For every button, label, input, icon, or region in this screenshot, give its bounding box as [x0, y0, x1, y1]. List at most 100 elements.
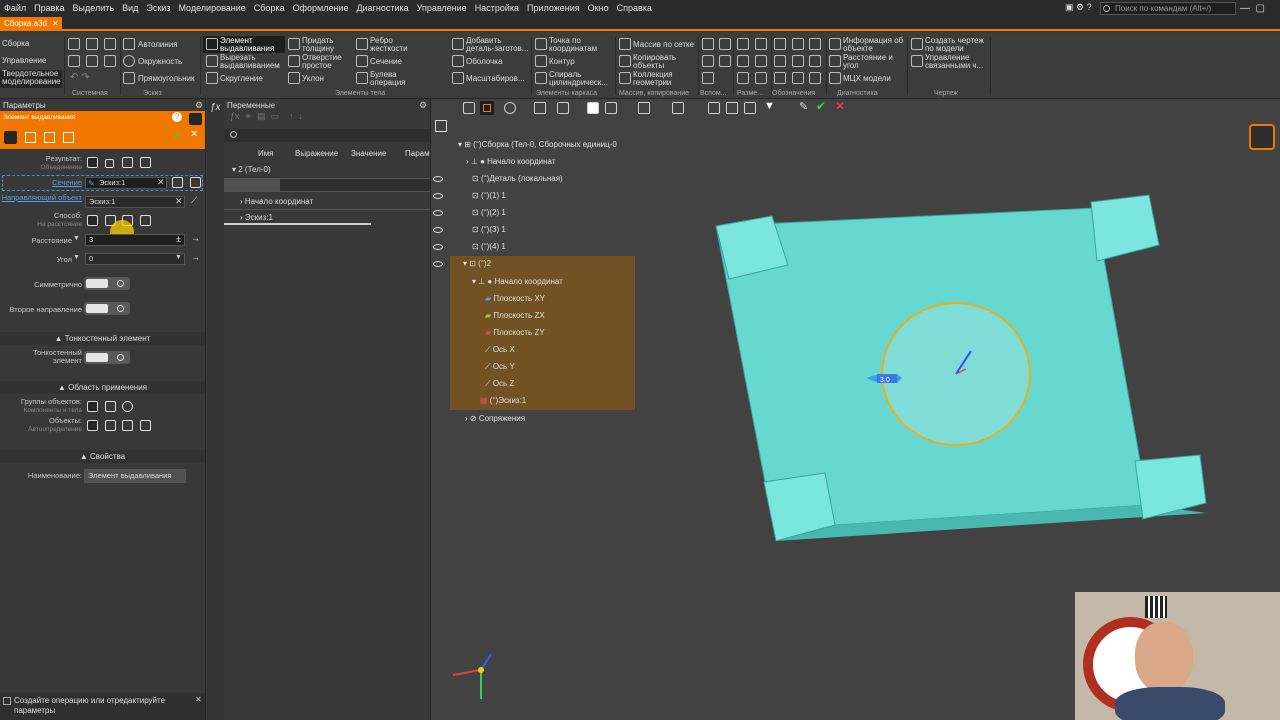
mass-button[interactable]: МЦХ модели — [843, 75, 891, 83]
distance-button[interactable]: Расстояние и угол — [843, 54, 905, 70]
groups-icon-2[interactable] — [105, 401, 116, 412]
vp-tool-1[interactable] — [463, 102, 475, 114]
properties-section[interactable]: ▲ Свойства — [0, 450, 205, 463]
autoline-button[interactable]: Автолиния — [138, 41, 178, 49]
eye-icon[interactable] — [433, 210, 443, 216]
tree-axis-x[interactable]: ⟋ Ось X — [485, 345, 515, 355]
direction-field[interactable]: Эскиз:1 — [85, 196, 185, 208]
info-button[interactable]: Информация об объекте — [843, 37, 905, 53]
mark-icon-3[interactable] — [774, 72, 786, 84]
op-tab-icon-4[interactable] — [63, 132, 74, 143]
open-icon[interactable] — [86, 38, 98, 50]
print-icon[interactable] — [68, 55, 80, 67]
tree-part2-origin[interactable]: ▾ ⊥ ● Начало координат — [472, 277, 563, 286]
vp-zoom-icon[interactable] — [504, 102, 516, 114]
menu-item-5[interactable]: Моделирование — [174, 0, 249, 17]
objects-icon-3[interactable] — [122, 420, 133, 431]
cut-extrude-button[interactable]: Вырезать выдавливанием — [220, 54, 284, 70]
mark-icon-4[interactable] — [792, 38, 804, 50]
tree-axis-z[interactable]: ⟋ Ось Z — [485, 379, 514, 389]
thin-wall-section[interactable]: ▲ Тонкостенный элемент — [0, 332, 205, 345]
col-param[interactable]: Парам — [405, 149, 430, 158]
new-icon[interactable] — [68, 38, 80, 50]
help-icon[interactable]: ? — [172, 112, 182, 122]
menu-item-12[interactable]: Окно — [584, 0, 613, 17]
menu-item-8[interactable]: Диагностика — [352, 0, 412, 17]
close-status-icon[interactable]: ✕ — [195, 695, 202, 704]
col-name[interactable]: Имя — [258, 149, 274, 158]
tree-part-2[interactable]: ▾ ⊡ (־)2 — [463, 259, 491, 268]
dim-icon-2[interactable] — [737, 55, 749, 67]
contour-button[interactable]: Контур — [549, 58, 575, 66]
foot-4[interactable] — [1134, 454, 1207, 520]
foot-2[interactable] — [1090, 194, 1160, 262]
distance-dropdown-icon[interactable]: ▼ — [73, 235, 80, 242]
tree-root[interactable]: ▾ ⊞ (־)Сборка (Тел-0, Сборочных единиц-0 — [458, 140, 617, 149]
menu-item-4[interactable]: Эскиз — [142, 0, 174, 17]
symmetric-toggle[interactable] — [84, 277, 130, 290]
menu-item-0[interactable]: Файл — [0, 0, 30, 17]
spiral-button[interactable]: Спираль цилиндрическ... — [549, 71, 613, 87]
aux-icon-1[interactable] — [702, 38, 714, 50]
dim-icon-4[interactable] — [755, 38, 767, 50]
objects-icon-2[interactable] — [105, 420, 116, 431]
name-input[interactable]: Элемент выдавливания — [84, 469, 186, 483]
linked-drawing-button[interactable]: Управление связанными ч... — [925, 54, 989, 70]
tree-panel-toggle[interactable] — [435, 120, 447, 132]
op-tab-icon-3[interactable] — [44, 132, 55, 143]
col-value[interactable]: Значение — [351, 149, 386, 158]
tree-sketch-1[interactable]: ▦ (־)Эскиз:1 — [480, 396, 526, 405]
section-action-icon-1[interactable] — [172, 177, 183, 188]
scale-button[interactable]: Масштабиров... — [466, 75, 525, 83]
angle-direction-icon[interactable]: → — [191, 252, 200, 262]
eye-icon[interactable] — [433, 176, 443, 182]
eye-icon[interactable] — [433, 227, 443, 233]
direction-label[interactable]: Направляющий объект — [0, 194, 82, 202]
menu-item-13[interactable]: Справка — [613, 0, 656, 17]
vars-item-origin[interactable]: › Начало координат — [240, 197, 313, 206]
aux-icon-3[interactable] — [702, 72, 714, 84]
objects-icon-4[interactable] — [140, 420, 151, 431]
tree-part-1-4[interactable]: ⊡ (־)1 (4) — [472, 242, 506, 251]
vp-ok-icon[interactable]: ✔ — [816, 99, 826, 113]
menu-item-2[interactable]: Выделить — [69, 0, 119, 17]
vp-cube-icon[interactable] — [587, 102, 599, 114]
dim-icon-5[interactable] — [755, 55, 767, 67]
eye-icon[interactable] — [433, 261, 443, 267]
hole-button[interactable]: Отверстие простое — [302, 54, 352, 70]
vp-tool-10[interactable] — [708, 102, 720, 114]
method-distance-icon[interactable] — [87, 215, 98, 226]
menu-item-9[interactable]: Управление — [413, 0, 471, 17]
clear-direction-icon[interactable]: ✕ — [175, 196, 183, 207]
vars-filter-bar[interactable] — [224, 129, 430, 142]
col-expression[interactable]: Выражение — [295, 149, 338, 158]
groups-icon-3[interactable] — [122, 401, 133, 412]
angle-dropdown-icon[interactable]: ▼ — [73, 254, 80, 261]
section-button[interactable]: Сечение — [370, 58, 402, 66]
vp-pen-icon[interactable]: ✎ — [799, 100, 808, 113]
distance-stepper-icon[interactable]: ± — [176, 234, 181, 244]
mode-assembly[interactable]: Сборка — [2, 40, 29, 48]
mark-icon-5[interactable] — [792, 55, 804, 67]
vp-visibility-icon[interactable] — [638, 102, 650, 114]
eye-icon[interactable] — [433, 193, 443, 199]
close-tab-icon[interactable]: ✕ — [52, 17, 59, 31]
menu-item-1[interactable]: Правка — [30, 0, 68, 17]
point-button[interactable]: Точка по координатам — [549, 37, 613, 53]
direction-pick-icon[interactable]: ⟋ — [191, 195, 197, 206]
second-direction-toggle[interactable] — [84, 302, 130, 315]
create-drawing-button[interactable]: Создать чертеж по модели — [925, 37, 989, 53]
menu-item-3[interactable]: Вид — [118, 0, 142, 17]
objects-icon-1[interactable] — [87, 420, 98, 431]
vp-tool-12[interactable] — [744, 102, 756, 114]
window-controls[interactable]: — ▢ — [1240, 2, 1280, 15]
menu-item-10[interactable]: Настройка — [471, 0, 523, 17]
distance-direction-icon[interactable]: → — [191, 233, 200, 243]
distance-input[interactable]: 3 — [85, 234, 185, 246]
tree-plane-zx[interactable]: ▰ Плоскость ZX — [485, 311, 545, 320]
menu-item-11[interactable]: Приложения — [523, 0, 584, 17]
cancel-icon[interactable]: ✕ — [190, 129, 198, 140]
section-action-icon-2[interactable] — [190, 177, 201, 188]
op-tab-params[interactable] — [4, 131, 17, 144]
mode-management[interactable]: Управление — [2, 57, 46, 65]
